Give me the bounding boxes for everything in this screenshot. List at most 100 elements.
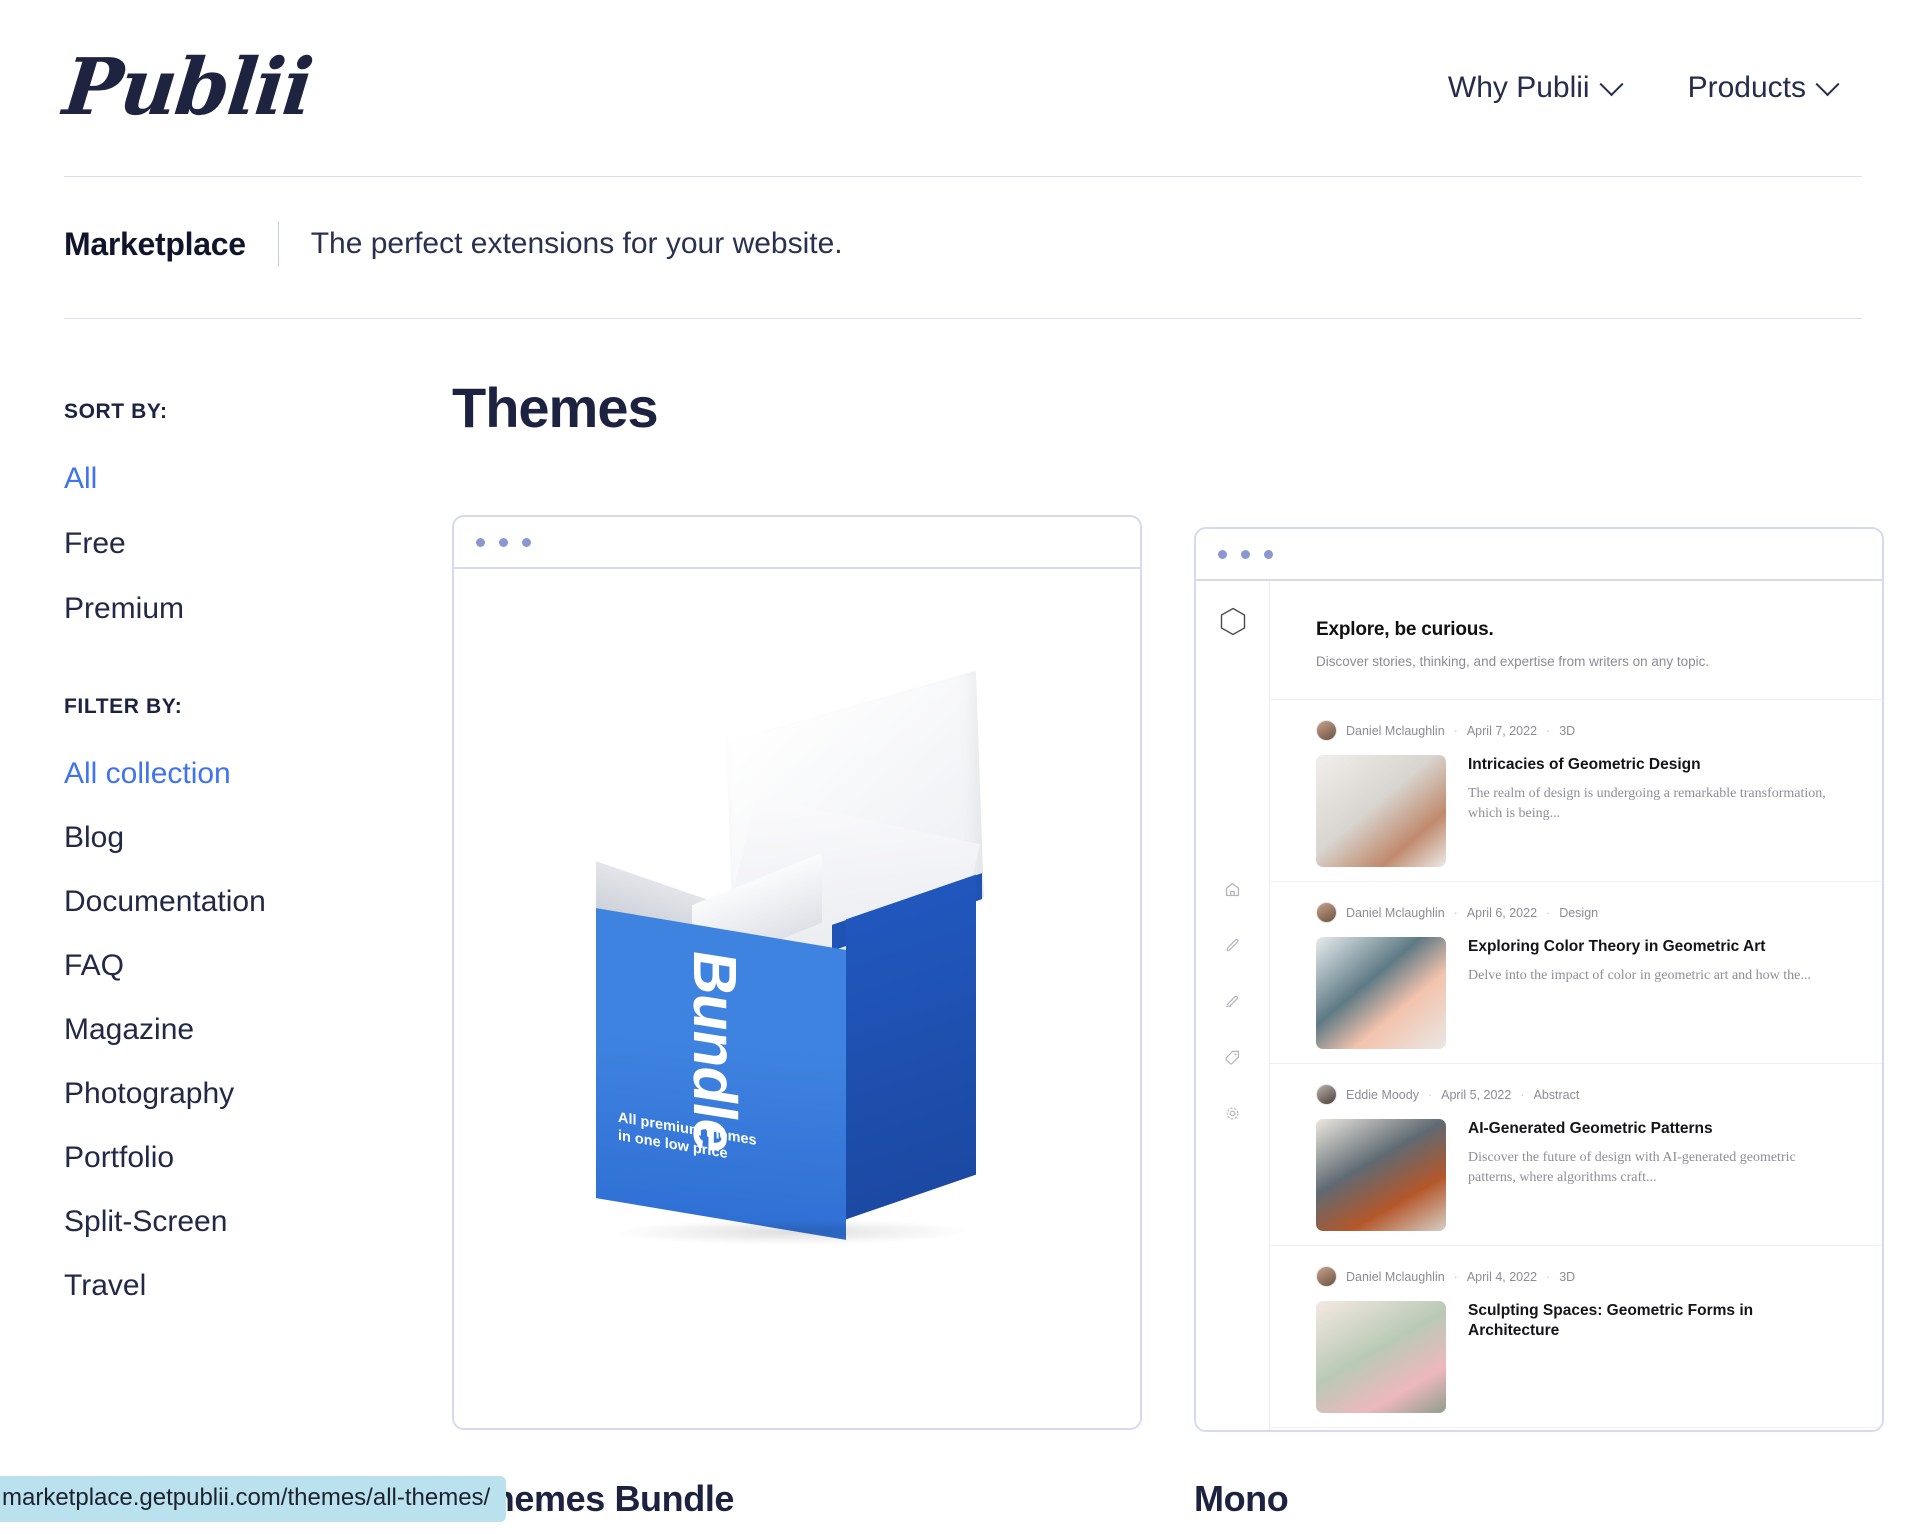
meta-separator-icon: ·: [1427, 1087, 1433, 1102]
theme-card-title-bundle[interactable]: i Themes Bundle: [452, 1478, 1142, 1520]
marketplace-subtitle: The perfect extensions for your website.: [310, 227, 843, 260]
nav-item-label: Products: [1687, 71, 1806, 104]
avatar: [1316, 1266, 1337, 1287]
theme-card-bundle[interactable]: Bundle All premium themes in one low pri…: [452, 515, 1142, 1432]
window-dot-icon: [499, 537, 508, 547]
post-author: Eddie Moody: [1346, 1087, 1419, 1102]
preview-window: Explore, be curious. Discover stories, t…: [1194, 527, 1884, 1432]
page-title: Themes: [452, 376, 659, 439]
mono-post-item[interactable]: Daniel Mclaughlin · April 4, 2022 · 3D S…: [1270, 1246, 1882, 1428]
post-title: Intricacies of Geometric Design: [1468, 756, 1701, 773]
theme-card-mono[interactable]: Explore, be curious. Discover stories, t…: [1194, 527, 1884, 1432]
meta-separator-icon: ·: [1520, 1087, 1525, 1102]
hexagon-logo-icon: [1220, 607, 1246, 641]
post-thumbnail: [1316, 1301, 1446, 1413]
post-category: Abstract: [1533, 1087, 1580, 1102]
window-dot-icon: [1218, 549, 1227, 559]
post-meta: Daniel Mclaughlin · April 7, 2022 · 3D: [1316, 720, 1836, 741]
tag-icon: [1224, 1049, 1241, 1071]
sort-options-list: All Free Premium: [64, 464, 394, 659]
mono-theme-preview: Explore, be curious. Discover stories, t…: [1196, 581, 1882, 1430]
mono-post-item[interactable]: Daniel Mclaughlin · April 7, 2022 · 3D I…: [1270, 700, 1882, 882]
meta-separator-icon: ·: [1453, 905, 1458, 920]
preview-window: Bundle All premium themes in one low pri…: [452, 515, 1142, 1430]
post-title: Sculpting Spaces: Geometric Forms in Arc…: [1468, 1302, 1754, 1340]
chevron-down-icon: [1599, 71, 1624, 96]
nav-item-label: Why Publii: [1447, 71, 1590, 104]
post-category: Design: [1559, 905, 1599, 920]
bundle-box-image: Bundle All premium themes in one low pri…: [454, 569, 1140, 1428]
mono-hero-subtitle: Discover stories, thinking, and expertis…: [1316, 654, 1710, 669]
window-dot-icon: [522, 537, 531, 547]
window-dot-icon: [1241, 549, 1250, 559]
marketplace-title: Marketplace: [64, 225, 246, 262]
post-date: April 4, 2022: [1466, 1269, 1538, 1284]
post-thumbnail: [1316, 937, 1446, 1049]
meta-separator-icon: ·: [1546, 1269, 1551, 1284]
filter-option-split-screen[interactable]: Split-Screen: [64, 1207, 227, 1271]
post-meta: Eddie Moody · April 5, 2022 · Abstract: [1316, 1084, 1836, 1105]
post-date: April 7, 2022: [1466, 723, 1538, 738]
avatar: [1316, 1084, 1337, 1105]
post-author: Daniel Mclaughlin: [1346, 905, 1445, 920]
theme-cards-grid: Bundle All premium themes in one low pri…: [452, 515, 1884, 1432]
post-thumbnail: [1316, 755, 1446, 867]
post-date: April 6, 2022: [1466, 905, 1538, 920]
sort-option-all[interactable]: All: [64, 464, 97, 529]
filter-option-magazine[interactable]: Magazine: [64, 1015, 194, 1079]
box-side: [846, 874, 976, 1219]
site-header: Publii Why Publii Products: [0, 0, 1926, 176]
home-icon: [1224, 881, 1241, 903]
avatar: [1316, 720, 1337, 741]
post-thumbnail: [1316, 1119, 1446, 1231]
preview-window-titlebar: [1196, 529, 1882, 581]
marketplace-divider: [64, 318, 1862, 319]
status-bar-url: marketplace.getpublii.com/themes/all-the…: [0, 1476, 507, 1522]
post-excerpt: Discover the future of design with AI-ge…: [1468, 1150, 1796, 1186]
mono-post-item[interactable]: Eddie Moody · April 5, 2022 · Abstract A…: [1270, 1064, 1882, 1246]
chevron-down-icon: [1815, 71, 1840, 96]
meta-separator-icon: ·: [1546, 905, 1551, 920]
page-root: Publii Why Publii Products Marketplace T…: [0, 0, 1926, 1534]
filter-option-all-collection[interactable]: All collection: [64, 759, 231, 823]
preview-window-titlebar: [454, 517, 1140, 569]
sort-option-free[interactable]: Free: [64, 529, 126, 594]
filter-option-travel[interactable]: Travel: [64, 1271, 146, 1335]
post-author: Daniel Mclaughlin: [1346, 1269, 1445, 1284]
marketplace-separator: [277, 221, 279, 267]
post-date: April 5, 2022: [1441, 1087, 1512, 1102]
filter-option-documentation[interactable]: Documentation: [64, 887, 266, 951]
post-title: Exploring Color Theory in Geometric Art: [1468, 938, 1766, 955]
publii-logo[interactable]: Publii: [59, 42, 315, 133]
mono-rail-icons: [1196, 881, 1269, 1127]
nav-item-products[interactable]: Products: [1687, 71, 1840, 105]
filters-sidebar: SORT BY: All Free Premium FILTER BY: All…: [64, 400, 394, 1335]
meta-separator-icon: ·: [1546, 723, 1551, 738]
main-content: Themes: [452, 380, 1926, 436]
meta-separator-icon: ·: [1453, 1269, 1458, 1284]
pen-icon: [1224, 993, 1241, 1015]
pencil-icon: [1224, 937, 1241, 959]
mono-sidebar-rail: [1196, 581, 1270, 1430]
post-meta: Daniel Mclaughlin · April 4, 2022 · 3D: [1316, 1266, 1836, 1287]
filter-option-photography[interactable]: Photography: [64, 1079, 234, 1143]
filter-option-faq[interactable]: FAQ: [64, 951, 124, 1015]
filter-options-list: All collection Blog Documentation FAQ Ma…: [64, 759, 394, 1335]
post-author: Daniel Mclaughlin: [1346, 723, 1445, 738]
window-dot-icon: [476, 537, 485, 547]
mono-hero-title: Explore, be curious.: [1316, 619, 1494, 640]
header-divider: [64, 176, 1862, 177]
main-nav: Why Publii Products: [1448, 71, 1862, 105]
post-excerpt: The realm of design is undergoing a rema…: [1468, 786, 1826, 822]
post-category: 3D: [1559, 723, 1576, 738]
avatar: [1316, 902, 1337, 923]
mono-content-body: Explore, be curious. Discover stories, t…: [1270, 581, 1882, 1430]
nav-item-why-publii[interactable]: Why Publii: [1447, 71, 1624, 105]
filter-option-portfolio[interactable]: Portfolio: [64, 1143, 174, 1207]
theme-card-title-mono[interactable]: Mono: [1194, 1478, 1884, 1520]
mono-post-item[interactable]: Daniel Mclaughlin · April 6, 2022 · Desi…: [1270, 882, 1882, 1064]
filter-option-blog[interactable]: Blog: [64, 823, 124, 887]
post-meta: Daniel Mclaughlin · April 6, 2022 · Desi…: [1316, 902, 1836, 923]
sort-option-premium[interactable]: Premium: [64, 594, 184, 659]
marketplace-bar: Marketplace The perfect extensions for y…: [64, 214, 843, 274]
